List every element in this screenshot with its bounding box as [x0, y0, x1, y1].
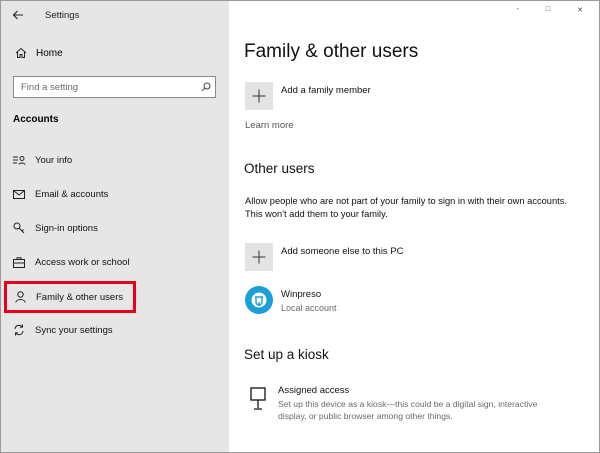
home-label: Home: [36, 47, 63, 59]
user-info: Winpreso Local account: [281, 286, 337, 313]
sidebar-item-label: Access work or school: [35, 256, 130, 268]
add-family-member-button[interactable]: Add a family member: [245, 82, 371, 110]
back-button[interactable]: [1, 1, 35, 29]
sidebar-item-label: Your info: [35, 154, 73, 166]
sidebar-item-label: Email & accounts: [35, 188, 109, 200]
learn-more-link[interactable]: Learn more: [245, 120, 294, 131]
close-button[interactable]: ✕: [577, 6, 583, 14]
sidebar-item-your-info[interactable]: Your info: [1, 146, 229, 174]
main-content: - □ ✕ Family & other users Add a family …: [229, 1, 599, 452]
page-title: Family & other users: [244, 41, 419, 62]
plus-icon: [245, 243, 273, 271]
sidebar-item-label: Sign-in options: [35, 222, 98, 234]
search-placeholder: Find a setting: [21, 81, 79, 93]
kiosk-monitor-icon: [245, 385, 271, 411]
settings-window: Settings Home Find a setting Accounts Yo…: [0, 0, 600, 453]
sidebar: Settings Home Find a setting Accounts Yo…: [1, 1, 229, 452]
person-card-icon: [9, 155, 29, 165]
back-arrow-icon: [12, 10, 23, 20]
user-account-type: Local account: [281, 303, 337, 313]
section-title: Accounts: [13, 114, 59, 125]
sidebar-item-sign-in-options[interactable]: Sign-in options: [1, 214, 229, 242]
sidebar-item-label: Sync your settings: [35, 324, 113, 336]
kiosk-heading: Set up a kiosk: [244, 347, 329, 362]
add-someone-label: Add someone else to this PC: [281, 246, 404, 257]
user-avatar-icon: [245, 286, 273, 314]
assigned-access-text: Assigned access Set up this device as a …: [278, 385, 548, 422]
add-someone-button[interactable]: Add someone else to this PC: [245, 243, 404, 271]
assigned-access-title: Assigned access: [278, 385, 350, 396]
sidebar-item-access-work[interactable]: Access work or school: [1, 248, 229, 276]
home-icon: [11, 47, 31, 59]
person-icon: [10, 291, 30, 303]
sidebar-item-home[interactable]: Home: [1, 41, 229, 65]
app-title: Settings: [45, 9, 80, 21]
sidebar-item-label: Family & other users: [36, 291, 124, 303]
user-name: Winpreso: [281, 289, 322, 300]
sidebar-item-sync-settings[interactable]: Sync your settings: [1, 316, 229, 344]
maximize-button[interactable]: □: [546, 6, 550, 14]
plus-icon: [245, 82, 273, 110]
other-users-heading: Other users: [244, 161, 315, 176]
search-icon[interactable]: [197, 82, 215, 92]
window-controls: - □ ✕: [517, 6, 583, 14]
briefcase-icon: [9, 256, 29, 268]
sync-icon: [9, 324, 29, 336]
sidebar-item-family-other-users[interactable]: Family & other users: [4, 281, 136, 313]
sidebar-item-email-accounts[interactable]: Email & accounts: [1, 180, 229, 208]
other-users-description: Allow people who are not part of your fa…: [245, 196, 567, 219]
assigned-access-description: Set up this device as a kiosk—this could…: [278, 399, 538, 421]
mail-icon: [9, 189, 29, 199]
minimize-button[interactable]: -: [517, 6, 519, 14]
key-icon: [9, 222, 29, 234]
title-bar: Settings: [1, 1, 229, 29]
assigned-access-button[interactable]: Assigned access Set up this device as a …: [245, 385, 548, 422]
add-family-member-label: Add a family member: [281, 85, 371, 96]
search-input[interactable]: Find a setting: [13, 76, 216, 98]
user-entry-winpreso[interactable]: Winpreso Local account: [245, 286, 337, 314]
